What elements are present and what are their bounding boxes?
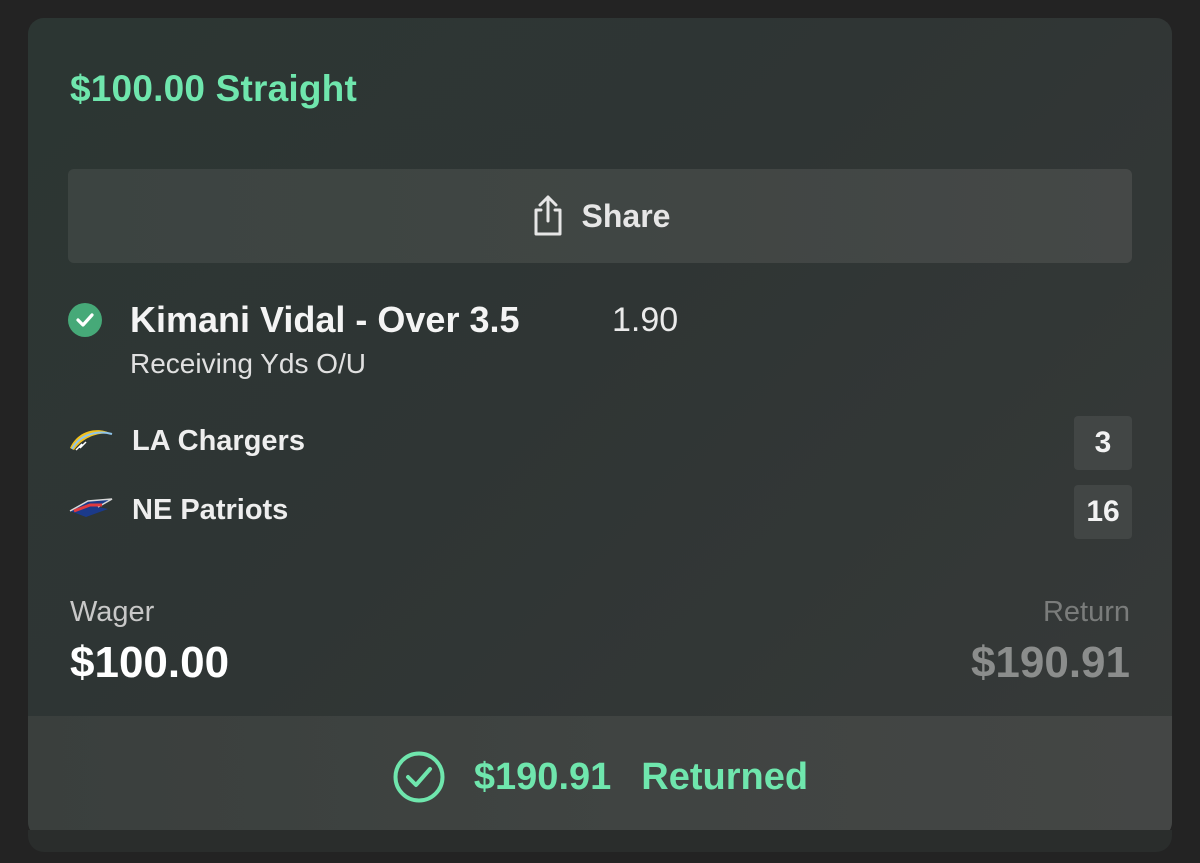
bet-title: $100.00 Straight xyxy=(70,68,358,109)
return-value: $190.91 xyxy=(970,638,1130,687)
selection-title: Kimani Vidal - Over 3.5 xyxy=(130,299,520,340)
returned-footer: $190.91 Returned xyxy=(28,716,1172,838)
check-circle-outline-icon xyxy=(392,750,446,804)
returned-label: Returned xyxy=(641,755,809,798)
team-name: LA Chargers xyxy=(132,425,305,457)
team-name: NE Patriots xyxy=(132,494,289,526)
share-button[interactable]: Share xyxy=(68,169,1132,263)
bet-card: $100.00 Straight Share Kimani Vidal - Ov… xyxy=(28,18,1172,838)
return-label: Return xyxy=(1042,596,1130,628)
check-circle-icon xyxy=(68,303,102,337)
team-row: LA Chargers 3 xyxy=(68,416,1132,470)
chargers-logo xyxy=(68,424,114,454)
team-score: 16 xyxy=(1074,485,1132,539)
market-label: Receiving Yds O/U xyxy=(130,348,367,379)
patriots-logo xyxy=(68,493,114,523)
share-icon xyxy=(530,194,566,238)
team-score: 3 xyxy=(1074,416,1132,470)
share-label: Share xyxy=(581,197,671,234)
card-bottom-edge xyxy=(28,830,1172,852)
team-row: NE Patriots 16 xyxy=(68,485,1132,539)
selection-odds: 1.90 xyxy=(612,301,679,339)
wager-value: $100.00 xyxy=(70,638,230,687)
returned-amount: $190.91 xyxy=(473,755,612,798)
wager-label: Wager xyxy=(70,596,155,628)
